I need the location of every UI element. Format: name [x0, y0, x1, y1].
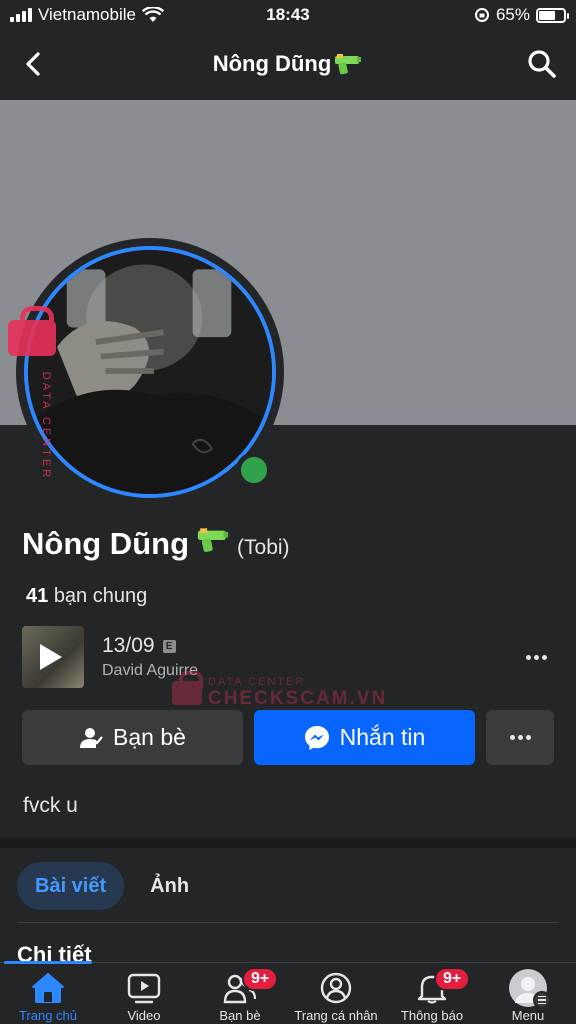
nav-profile-label: Trang cá nhân — [294, 1008, 378, 1023]
watermark-subtext: DATA CENTER — [208, 676, 306, 688]
online-status-dot — [236, 452, 272, 488]
mutual-friends[interactable]: 41 bạn chung — [26, 585, 147, 608]
water-pistol-icon — [197, 528, 229, 553]
profile-icon — [320, 972, 352, 1004]
nav-friends[interactable]: 9+ Bạn bè — [192, 963, 288, 1024]
profile-actions: Bạn bè Nhắn tin — [22, 710, 554, 765]
back-icon[interactable] — [20, 50, 48, 78]
status-left: Vietnamobile — [10, 5, 200, 25]
nav-video-label: Video — [127, 1008, 161, 1023]
nav-menu-label: Menu — [511, 1008, 545, 1023]
wifi-icon — [141, 7, 164, 22]
avatar-container[interactable] — [16, 238, 284, 506]
tab-photos[interactable]: Ảnh — [132, 862, 207, 910]
menu-lines-icon — [533, 991, 551, 1009]
more-icon — [509, 735, 515, 740]
friend-check-icon — [80, 727, 103, 748]
notifications-badge: 9+ — [434, 967, 471, 991]
more-actions-button[interactable] — [486, 710, 554, 765]
watermark-vertical-subtext: DATA CENTER — [40, 371, 53, 481]
profile-tabs: Bài viết Ảnh — [17, 862, 207, 910]
nav-home-label: Trang chủ — [18, 1008, 78, 1023]
water-pistol-icon — [335, 54, 362, 75]
explicit-badge: E — [162, 639, 176, 653]
clock: 18:43 — [266, 5, 310, 24]
status-bar: Vietnamobile 18:43 65% — [0, 0, 576, 30]
watermark-lock-icon — [8, 306, 56, 356]
more-options-icon[interactable] — [516, 642, 556, 672]
watermark-text: CHECKSCAM.VN — [208, 688, 388, 709]
music-title-row: 13/09 E — [102, 634, 516, 658]
bottom-nav: Trang chủ Video 9+ Bạn bè Trang cá nhân … — [0, 961, 576, 1024]
signal-icon — [10, 8, 32, 22]
message-button-label: Nhắn tin — [339, 724, 426, 750]
battery-percent: 65% — [495, 5, 530, 24]
tab-posts[interactable]: Bài viết — [17, 862, 125, 910]
video-icon — [127, 973, 161, 1004]
orientation-lock-icon — [474, 8, 489, 22]
status-right: 65% — [376, 5, 569, 25]
friends-button[interactable]: Bạn bè — [22, 710, 243, 765]
profile-nickname: (Tobi) — [237, 536, 290, 559]
nav-notifications[interactable]: 9+ Thông báo — [384, 963, 480, 1024]
avatar-photo — [28, 250, 272, 494]
watermark-vertical-text: CHECKSCAM.VN — [0, 355, 1, 571]
mutual-friends-label: bạn chung — [53, 585, 148, 607]
play-icon — [40, 644, 62, 670]
nav-home[interactable]: Trang chủ — [0, 961, 96, 1024]
page-title: Nông Dũng — [213, 51, 364, 77]
mutual-friends-count: 41 — [26, 585, 49, 607]
home-icon — [32, 973, 64, 1003]
nav-profile[interactable]: Trang cá nhân — [288, 963, 384, 1024]
music-info: 13/09 E David Aguirre — [102, 634, 516, 680]
profile-name-row: Nông Dũng (Tobi) — [22, 526, 290, 562]
watermark-lock-icon — [172, 671, 203, 705]
search-icon[interactable] — [526, 48, 558, 80]
message-button[interactable]: Nhắn tin — [254, 710, 475, 765]
watermark-center: DATA CENTER CHECKSCAM.VN — [172, 671, 388, 710]
battery-icon — [536, 7, 569, 23]
profile-bio: fvck u — [23, 794, 78, 817]
nav-notifications-label: Thông báo — [400, 1008, 464, 1023]
profile-name: Nông Dũng — [22, 526, 190, 561]
nav-active-indicator — [4, 961, 92, 964]
section-divider — [0, 838, 576, 848]
nav-menu[interactable]: Menu — [480, 963, 576, 1024]
friends-badge: 9+ — [242, 967, 279, 991]
music-album-art[interactable] — [22, 626, 84, 688]
music-title: 13/09 — [102, 634, 155, 657]
nav-friends-label: Bạn bè — [219, 1008, 261, 1023]
friends-button-label: Bạn bè — [113, 724, 186, 750]
tab-divider — [17, 922, 559, 923]
page-title-text: Nông Dũng — [212, 51, 332, 76]
messenger-icon — [304, 725, 329, 750]
header: Nông Dũng — [0, 30, 576, 98]
nav-video[interactable]: Video — [96, 963, 192, 1024]
menu-avatar — [509, 969, 551, 1009]
carrier-name: Vietnamobile — [38, 5, 136, 24]
